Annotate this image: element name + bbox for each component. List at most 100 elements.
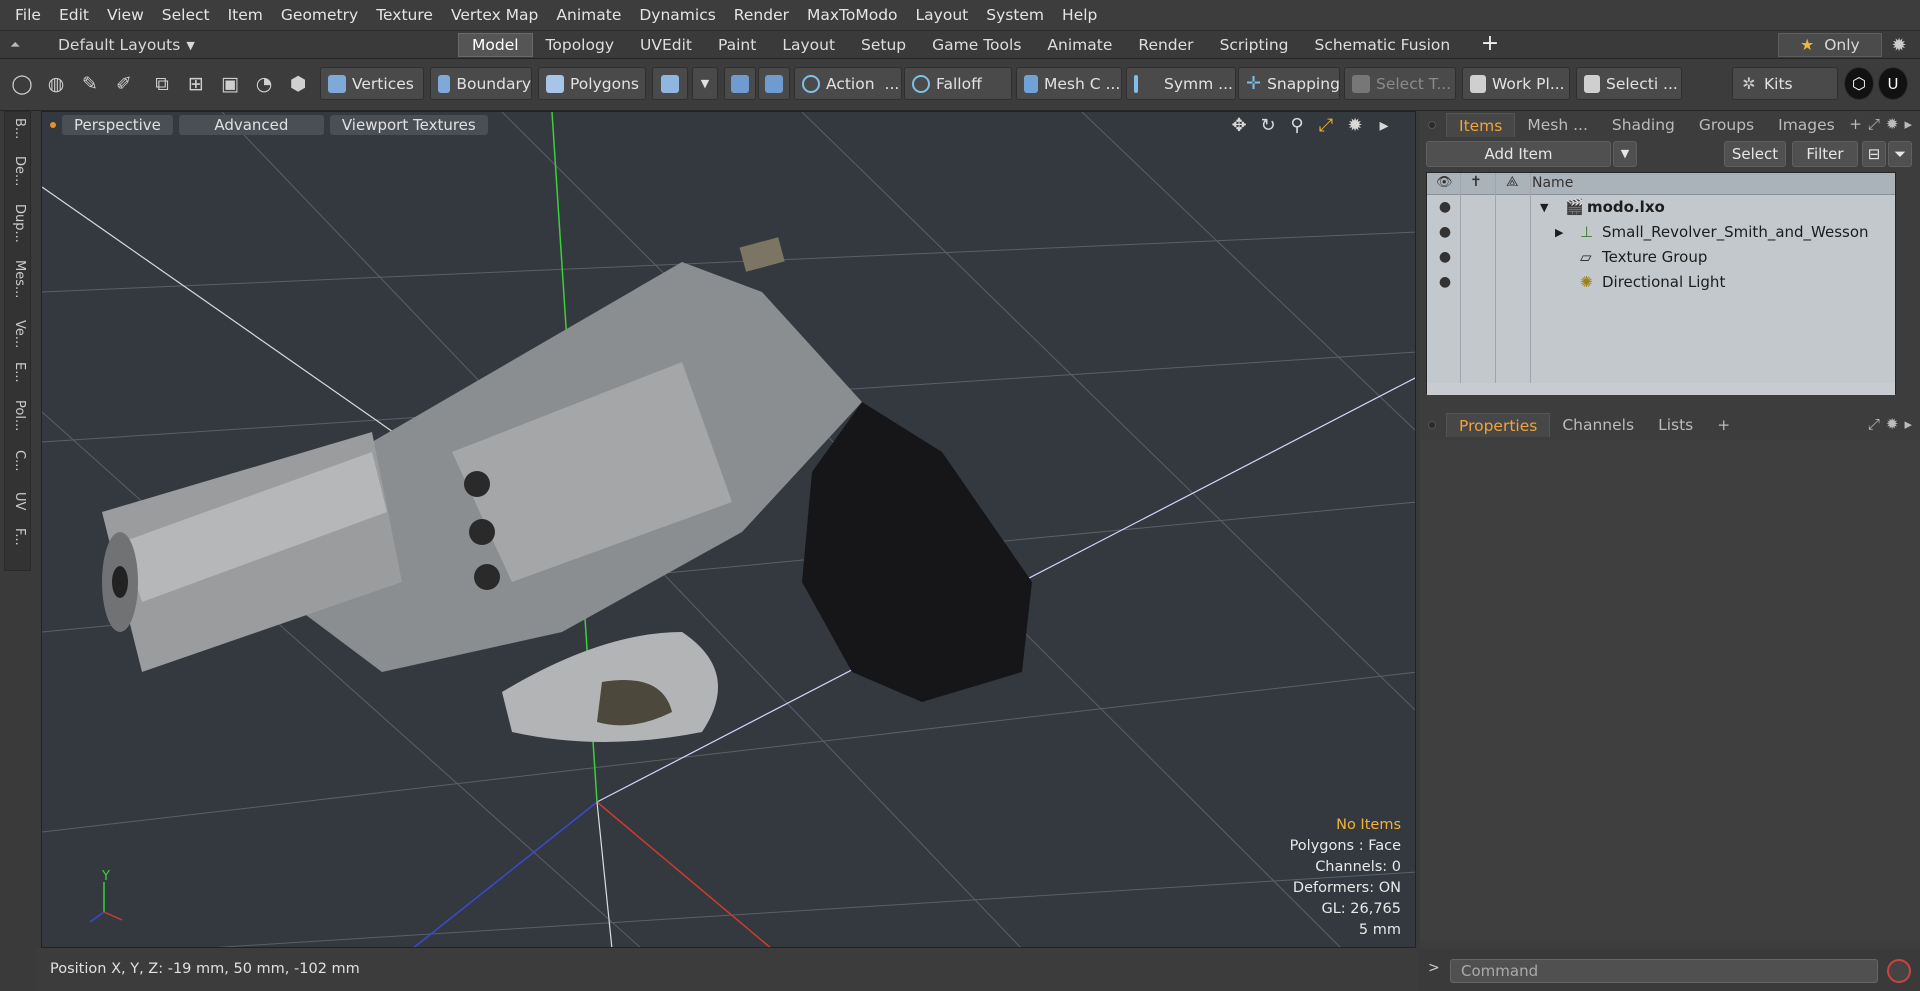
vtab-uv[interactable]: UV [5,492,32,510]
shield-alt-button[interactable] [758,67,790,100]
add-panel-icon[interactable]: + [1849,115,1862,133]
tree-row-texture-group[interactable]: ● ▱ Texture Group [1427,245,1895,270]
3d-viewport[interactable]: Y Perspective Advanced Viewport Textures… [41,111,1416,948]
tab-images[interactable]: Images [1766,113,1847,137]
sphere-icon[interactable]: ◍ [44,72,68,96]
action-button[interactable]: Action ... [794,67,902,100]
horizontal-scrollbar[interactable] [1427,383,1895,395]
brush-icon[interactable]: ✐ [112,72,136,96]
collapse-button[interactable]: ⊟ [1862,141,1886,167]
add-tab-icon[interactable]: + [1705,413,1742,437]
menu-animate[interactable]: Animate [547,6,630,24]
vtab-mesh-edit[interactable]: Mes... [5,260,32,298]
filter-button[interactable]: Filter [1792,141,1858,167]
tab-mesh[interactable]: Mesh ... [1515,113,1600,137]
vertices-button[interactable]: Vertices [320,67,424,100]
vtab-edge[interactable]: E... [5,362,32,383]
workplane-button[interactable]: Work Pl... [1462,67,1570,100]
tab-schematic-fusion[interactable]: Schematic Fusion [1302,33,1464,57]
menu-select[interactable]: Select [153,6,219,24]
vtab-basic[interactable]: B... [5,118,32,139]
unity-button[interactable]: ⬡ [1844,67,1874,100]
pan-icon[interactable]: ✥ [1228,115,1250,137]
frame-icon[interactable]: ▣ [218,72,242,96]
expand-triangle-icon[interactable]: ▶ [1555,220,1563,245]
menu-system[interactable]: System [977,6,1053,24]
unreal-button[interactable]: U [1878,67,1908,100]
menu-vertex-map[interactable]: Vertex Map [442,6,547,24]
tab-groups[interactable]: Groups [1687,113,1766,137]
expand-panel-icon[interactable]: ⤢ [1868,415,1880,433]
tree-row-mesh[interactable]: ● ▶ ⊥ Small_Revolver_Smith_and_Wesson [1427,220,1895,245]
tab-properties[interactable]: Properties [1446,413,1551,437]
select-mode-circle-icon[interactable]: ◯ [10,72,34,96]
panel-gear-icon[interactable]: ✹ [1886,415,1899,433]
selection-sets-button[interactable]: Selecti ... [1576,67,1682,100]
tab-topology[interactable]: Topology [533,33,627,57]
menu-texture[interactable]: Texture [367,6,442,24]
maximize-icon[interactable]: ⤢ [1315,115,1337,137]
vtab-vertex[interactable]: Ve... [5,320,32,348]
vtab-duplicate[interactable]: Dup... [5,204,32,243]
menu-geometry[interactable]: Geometry [272,6,367,24]
gear-icon[interactable]: ✹ [1888,35,1910,57]
tab-render[interactable]: Render [1125,33,1206,57]
add-item-button[interactable]: Add Item [1426,141,1611,167]
menu-item[interactable]: Item [219,6,272,24]
eye-icon[interactable]: ● [1436,220,1454,245]
select-button[interactable]: Select [1724,141,1786,167]
layout-dropdown[interactable]: ⏶ Default Layouts ▼ [10,31,195,59]
viewport-menu-dot-icon[interactable] [50,122,56,128]
viewport-gear-icon[interactable]: ✹ [1344,115,1366,137]
kits-button[interactable]: ✲ Kits [1732,67,1838,100]
tab-paint[interactable]: Paint [705,33,769,57]
mode-dropdown[interactable]: ▼ [692,67,718,100]
snapping-button[interactable]: ✛ Snapping [1238,67,1340,100]
tab-animate[interactable]: Animate [1034,33,1125,57]
tab-items[interactable]: Items [1446,113,1516,137]
tab-layout[interactable]: Layout [769,33,848,57]
advanced-button[interactable]: Advanced [178,115,324,135]
menu-help[interactable]: Help [1053,6,1106,24]
add-tab-icon[interactable]: + [1478,33,1502,57]
add-item-dropdown[interactable]: ▼ [1613,141,1637,167]
perspective-button[interactable]: Perspective [62,115,173,135]
menu-maxtomodo[interactable]: MaxToModo [798,6,907,24]
menu-file[interactable]: File [6,6,50,24]
panel-dot-icon[interactable] [1428,121,1436,129]
rotate-icon[interactable]: ◔ [252,72,276,96]
tab-uvedit[interactable]: UVEdit [627,33,705,57]
expand-panel-icon[interactable]: ⤢ [1868,115,1880,133]
only-button[interactable]: ★ Only [1778,33,1882,57]
collapse-arrow-icon[interactable]: ⏶ [10,38,28,53]
falloff-button[interactable]: Falloff [904,67,1012,100]
panel-arrow-icon[interactable]: ▸ [1904,115,1912,133]
mesh-constraints-button[interactable]: Mesh C ... [1016,67,1122,100]
lock-header-icon[interactable]: ✝ [1470,174,1482,190]
tree-row-scene[interactable]: ● ▼ 🎬 modo.lxo [1427,195,1895,220]
visibility-header-icon[interactable]: 👁 [1436,175,1453,190]
eye-icon[interactable]: ● [1436,195,1454,220]
polygons-button[interactable]: Polygons [538,67,646,100]
tab-lists[interactable]: Lists [1646,413,1705,437]
menu-layout[interactable]: Layout [907,6,978,24]
boundary-button[interactable]: Boundary [430,67,532,100]
item-mode-icon[interactable]: ⬢ [286,72,310,96]
viewport-textures-button[interactable]: Viewport Textures [329,115,488,135]
menu-dynamics[interactable]: Dynamics [630,6,724,24]
tree-row-light[interactable]: ● ✺ Directional Light [1427,270,1895,295]
menu-render[interactable]: Render [725,6,798,24]
eye-icon[interactable]: ● [1436,270,1454,295]
panel-dot-icon[interactable] [1428,421,1436,429]
expand-arrow-icon[interactable]: ▸ [1373,115,1395,137]
vtab-fusion[interactable]: F... [5,528,32,546]
pen-icon[interactable]: ✎ [78,72,102,96]
transform-icon[interactable]: ⧉ [150,72,174,96]
vtab-polygon[interactable]: Pol... [5,400,32,431]
select-through-button[interactable]: Select T... [1344,67,1456,100]
symmetry-shield-button[interactable] [724,67,756,100]
orbit-icon[interactable]: ↻ [1257,115,1279,137]
tab-scripting[interactable]: Scripting [1207,33,1302,57]
tab-game-tools[interactable]: Game Tools [919,33,1034,57]
expand-triangle-icon[interactable]: ▼ [1540,195,1548,220]
